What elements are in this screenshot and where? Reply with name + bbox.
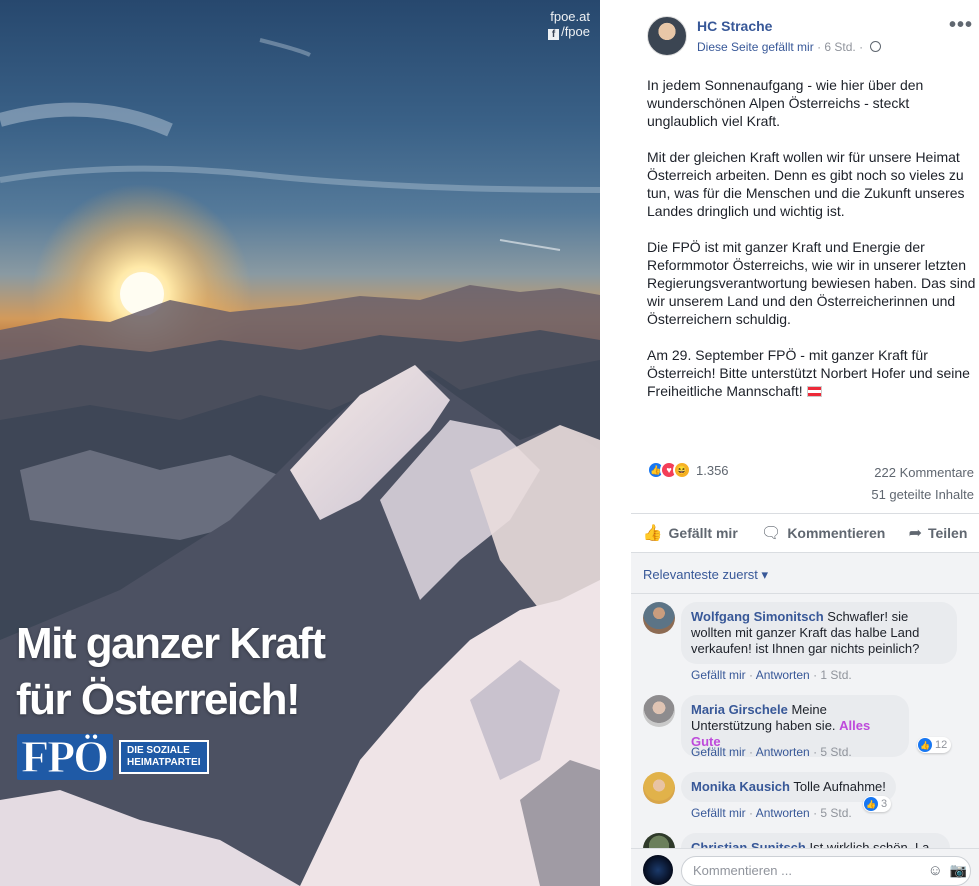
comment-bubble: Monika Kausich Tolle Aufnahme! <box>681 772 896 802</box>
comment-sort-dropdown[interactable]: Relevanteste zuerst ▾ <box>643 567 768 583</box>
photo-watermark: fpoe.at f/fpoe <box>548 9 590 40</box>
watermark-handle: /fpoe <box>561 24 590 39</box>
comment-actions: Gefällt mir · Antworten · 5 Std. <box>691 745 852 759</box>
like-reaction-icon: 👍 <box>864 797 878 811</box>
comment-like-count: 12 <box>935 739 948 751</box>
author-name[interactable]: HC Strache <box>697 16 881 36</box>
fpo-tag-line-1: DIE SOZIALE <box>126 745 190 756</box>
commenter-name[interactable]: Wolfgang Simonitsch <box>691 609 824 624</box>
comment-actions: Gefällt mir · Antworten · 5 Std. <box>691 806 852 820</box>
current-user-avatar[interactable] <box>643 855 673 885</box>
comment-reaction-badge[interactable]: 👍 12 <box>917 737 952 753</box>
comment-like-link[interactable]: Gefällt mir <box>691 806 746 820</box>
globe-icon <box>870 41 882 52</box>
comment-text: Tolle Aufnahme! <box>793 779 886 794</box>
commenter-avatar[interactable] <box>643 602 675 634</box>
comment-time[interactable]: 1 Std. <box>820 668 851 682</box>
sort-label: Relevanteste zuerst <box>643 567 758 582</box>
divider <box>631 593 979 594</box>
comment-like-count: 3 <box>881 798 888 810</box>
reaction-count[interactable]: 1.356 <box>696 463 729 478</box>
post-meta: Diese Seite gefällt mir · 6 Std. · <box>697 38 882 56</box>
post-timestamp[interactable]: · 6 Std. · <box>817 40 863 54</box>
camera-icon[interactable]: 📷 <box>950 862 967 879</box>
post-action-bar: 👍 Gefällt mir 🗨 Kommentieren ➦ Teilen <box>631 514 979 552</box>
comment-reply-link[interactable]: Antworten <box>756 745 810 759</box>
share-button[interactable]: ➦ Teilen <box>909 523 968 543</box>
fpo-logo-tagline: DIE SOZIALE HEIMATPARTEI <box>118 740 209 774</box>
headline-line-1: Mit ganzer Kraft <box>16 619 326 668</box>
comment-button[interactable]: 🗨 Kommentieren <box>761 523 885 543</box>
post-author: HC Strache Diese Seite gefällt mir · 6 S… <box>647 16 882 56</box>
commenter-name[interactable]: Monika Kausich <box>691 779 790 794</box>
comment-reply-link[interactable]: Antworten <box>756 668 810 682</box>
headline-line-2: für Österreich! <box>16 675 301 724</box>
like-button[interactable]: 👍 Gefällt mir <box>643 523 738 543</box>
page-liked-link[interactable]: Diese Seite gefällt mir <box>697 40 814 54</box>
facebook-icon: f <box>548 29 560 40</box>
haha-reaction-icon: 😆 <box>673 461 691 479</box>
post-detail-panel: HC Strache Diese Seite gefällt mir · 6 S… <box>631 0 979 886</box>
watermark-site: fpoe.at <box>550 9 590 24</box>
comments-count[interactable]: 222 Kommentare <box>871 462 974 484</box>
reaction-summary[interactable]: 👍 ♥ 😆 1.356 <box>647 461 729 479</box>
post-stats: 222 Kommentare 51 geteilte Inhalte <box>871 462 974 506</box>
comment-bubble-icon: 🗨 <box>761 525 782 542</box>
post-paragraph-1: In jedem Sonnenaufgang - wie hier über d… <box>647 77 924 129</box>
chevron-down-icon: ▾ <box>761 567 769 582</box>
comment-like-link[interactable]: Gefällt mir <box>691 668 746 682</box>
emoji-icon[interactable]: ☺ <box>928 862 943 879</box>
like-button-label: Gefällt mir <box>668 525 738 541</box>
comment-button-label: Kommentieren <box>787 525 886 541</box>
comment-time[interactable]: 5 Std. <box>820 745 851 759</box>
comment-actions: Gefällt mir · Antworten · 1 Std. <box>691 668 852 682</box>
comment-time[interactable]: 5 Std. <box>820 806 851 820</box>
austria-flag-icon <box>806 386 822 397</box>
comment-reply-link[interactable]: Antworten <box>756 806 810 820</box>
comments-section: Relevanteste zuerst ▾ Wolfgang Simonitsc… <box>631 553 979 886</box>
commenter-avatar[interactable] <box>643 695 675 727</box>
thumbs-up-icon: 👍 <box>642 525 663 542</box>
commenter-avatar[interactable] <box>643 772 675 804</box>
post-paragraph-3: Die FPÖ ist mit ganzer Kraft und Energie… <box>647 239 976 327</box>
fpo-tag-line-2: HEIMATPARTEI <box>126 757 201 768</box>
photo-headline: Mit ganzer Kraft für Österreich! <box>16 616 326 728</box>
share-button-label: Teilen <box>927 525 968 541</box>
author-avatar[interactable] <box>647 16 687 56</box>
post-body: In jedem Sonnenaufgang - wie hier über d… <box>647 76 977 418</box>
comment-bubble: Wolfgang Simonitsch Schwafler! sie wollt… <box>681 602 957 664</box>
post-photo[interactable]: fpoe.at f/fpoe Mit ganzer Kraft für Öste… <box>0 0 600 886</box>
fpo-logo-word: FPÖ <box>17 733 113 780</box>
comment-like-link[interactable]: Gefällt mir <box>691 745 746 759</box>
post-paragraph-2: Mit der gleichen Kraft wollen wir für un… <box>647 149 965 219</box>
shares-count[interactable]: 51 geteilte Inhalte <box>871 484 974 506</box>
comment-reaction-badge[interactable]: 👍 3 <box>863 796 892 812</box>
like-reaction-icon: 👍 <box>918 738 932 752</box>
fpo-logo: FPÖ DIE SOZIALE HEIMATPARTEI <box>17 733 209 780</box>
commenter-name[interactable]: Maria Girschele <box>691 702 788 717</box>
share-arrow-icon: ➦ <box>908 525 922 542</box>
comment-composer: Kommentieren ... ☺ 📷 <box>631 848 979 886</box>
more-options-icon[interactable]: ••• <box>949 14 973 37</box>
